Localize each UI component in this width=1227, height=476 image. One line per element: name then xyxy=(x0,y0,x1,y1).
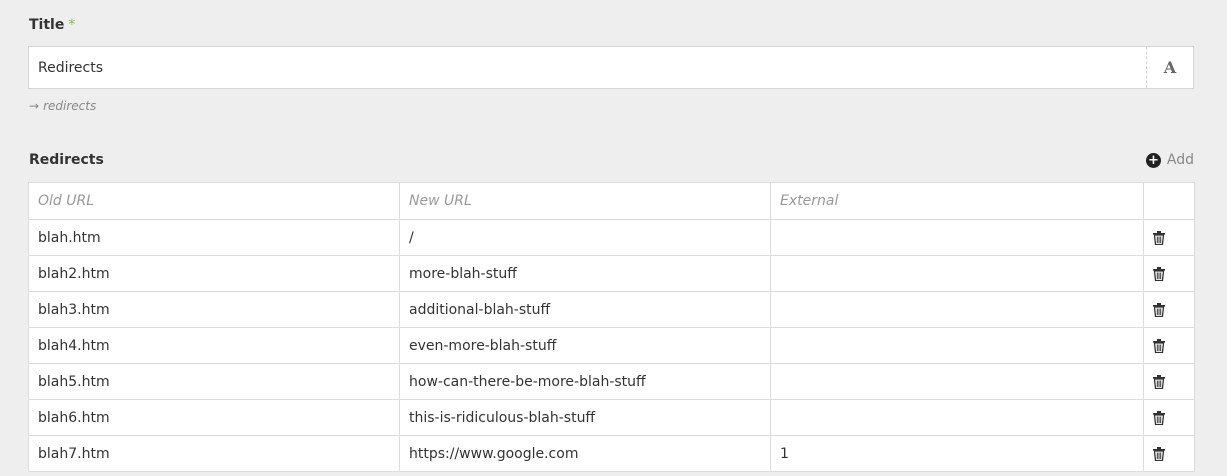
external-cell[interactable] xyxy=(770,327,1144,364)
slug-text: redirects xyxy=(43,99,97,113)
add-button[interactable]: + Add xyxy=(1145,152,1194,168)
table-row: blah7.htm https://www.google.com 1 xyxy=(28,435,1195,472)
table-row: blah5.htm how-can-there-be-more-blah-stuf… xyxy=(28,363,1195,400)
external-cell[interactable] xyxy=(770,399,1144,436)
old-url-cell[interactable]: blah5.htm xyxy=(28,363,400,400)
title-input[interactable] xyxy=(29,47,1147,88)
column-header-actions xyxy=(1143,182,1195,220)
old-url-cell[interactable]: blah3.htm xyxy=(28,291,400,328)
trash-icon xyxy=(1153,410,1165,426)
external-cell[interactable] xyxy=(770,219,1144,256)
table-row: blah.htm / xyxy=(28,219,1195,256)
table-header-row: Old URL New URL External xyxy=(28,182,1195,220)
old-url-cell[interactable]: blah.htm xyxy=(28,219,400,256)
trash-icon xyxy=(1153,266,1165,282)
external-cell[interactable]: 1 xyxy=(770,435,1144,472)
typography-icon[interactable]: A xyxy=(1146,47,1193,88)
title-field: A xyxy=(28,46,1194,89)
column-header-new-url: New URL xyxy=(399,182,771,220)
slug-preview: → redirects xyxy=(29,99,96,113)
arrow-right-icon: → xyxy=(29,99,40,113)
new-url-cell[interactable]: how-can-there-be-more-blah-stuff xyxy=(399,363,771,400)
delete-row-button[interactable] xyxy=(1143,219,1195,256)
trash-icon xyxy=(1153,338,1165,354)
trash-icon xyxy=(1153,374,1165,390)
table-row: blah2.htm more-blah-stuff xyxy=(28,255,1195,292)
delete-row-button[interactable] xyxy=(1143,327,1195,364)
delete-row-button[interactable] xyxy=(1143,399,1195,436)
required-marker: * xyxy=(68,17,76,33)
trash-icon xyxy=(1153,302,1165,318)
old-url-cell[interactable]: blah7.htm xyxy=(28,435,400,472)
table-row: blah3.htm additional-blah-stuff xyxy=(28,291,1195,328)
new-url-cell[interactable]: https://www.google.com xyxy=(399,435,771,472)
delete-row-button[interactable] xyxy=(1143,435,1195,472)
new-url-cell[interactable]: additional-blah-stuff xyxy=(399,291,771,328)
title-label-text: Title xyxy=(29,17,65,33)
external-cell[interactable] xyxy=(770,255,1144,292)
old-url-cell[interactable]: blah6.htm xyxy=(28,399,400,436)
external-cell[interactable] xyxy=(770,363,1144,400)
plus-circle-icon: + xyxy=(1145,152,1161,168)
table-row: blah4.htm even-more-blah-stuff xyxy=(28,327,1195,364)
new-url-cell[interactable]: / xyxy=(399,219,771,256)
redirects-label: Redirects xyxy=(29,152,104,168)
delete-row-button[interactable] xyxy=(1143,363,1195,400)
redirects-table: Old URL New URL External blah.htm / blah2.… xyxy=(28,182,1195,472)
add-button-label: Add xyxy=(1166,152,1194,168)
new-url-cell[interactable]: even-more-blah-stuff xyxy=(399,327,771,364)
trash-icon xyxy=(1153,230,1165,246)
new-url-cell[interactable]: this-is-ridiculous-blah-stuff xyxy=(399,399,771,436)
delete-row-button[interactable] xyxy=(1143,291,1195,328)
table-row: blah6.htm this-is-ridiculous-blah-stuff xyxy=(28,399,1195,436)
column-header-external: External xyxy=(770,182,1144,220)
column-header-old-url: Old URL xyxy=(28,182,400,220)
external-cell[interactable] xyxy=(770,291,1144,328)
title-field-label: Title * xyxy=(29,17,75,33)
old-url-cell[interactable]: blah4.htm xyxy=(28,327,400,364)
old-url-cell[interactable]: blah2.htm xyxy=(28,255,400,292)
delete-row-button[interactable] xyxy=(1143,255,1195,292)
new-url-cell[interactable]: more-blah-stuff xyxy=(399,255,771,292)
trash-icon xyxy=(1153,446,1165,462)
